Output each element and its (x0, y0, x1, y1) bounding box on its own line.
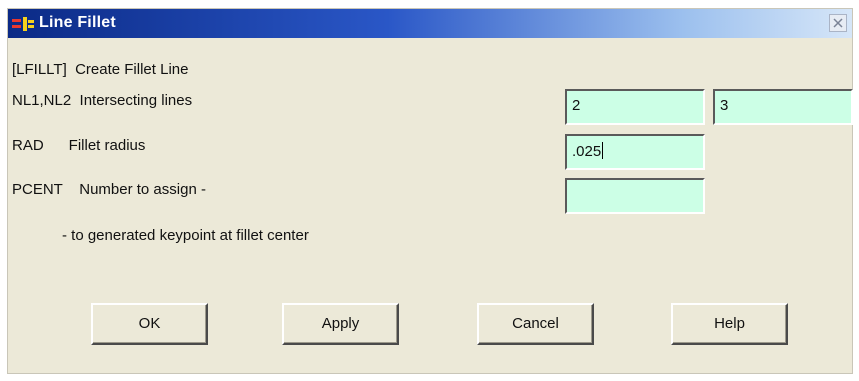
ansys-logo-icon (12, 17, 36, 31)
close-icon[interactable] (829, 14, 847, 32)
nl-label: NL1,NL2 Intersecting lines (12, 92, 193, 109)
text-cursor (602, 142, 604, 159)
pcent-label: PCENT Number to assign - (12, 181, 206, 198)
apply-button[interactable]: Apply (282, 303, 399, 345)
pcent-input[interactable] (565, 178, 705, 214)
dialog-title: Line Fillet (39, 14, 116, 31)
nl1-value: 2 (572, 97, 581, 114)
rad-input[interactable]: .025 (565, 134, 705, 170)
cancel-button[interactable]: Cancel (477, 303, 594, 345)
nl2-value: 3 (720, 97, 729, 114)
rad-label: RAD Fillet radius (12, 137, 146, 154)
help-button[interactable]: Help (671, 303, 788, 345)
title-bar[interactable]: Line Fillet (8, 9, 852, 38)
nl1-input[interactable]: 2 (565, 89, 705, 125)
ok-button[interactable]: OK (91, 303, 208, 345)
pcent-continuation-label: - to generated keypoint at fillet center (62, 227, 309, 244)
command-label: [LFILLT] Create Fillet Line (12, 61, 189, 78)
nl2-input[interactable]: 3 (713, 89, 853, 125)
line-fillet-dialog: Line Fillet [LFILLT] Create Fillet Line … (7, 8, 853, 374)
rad-value: .025 (572, 143, 602, 160)
